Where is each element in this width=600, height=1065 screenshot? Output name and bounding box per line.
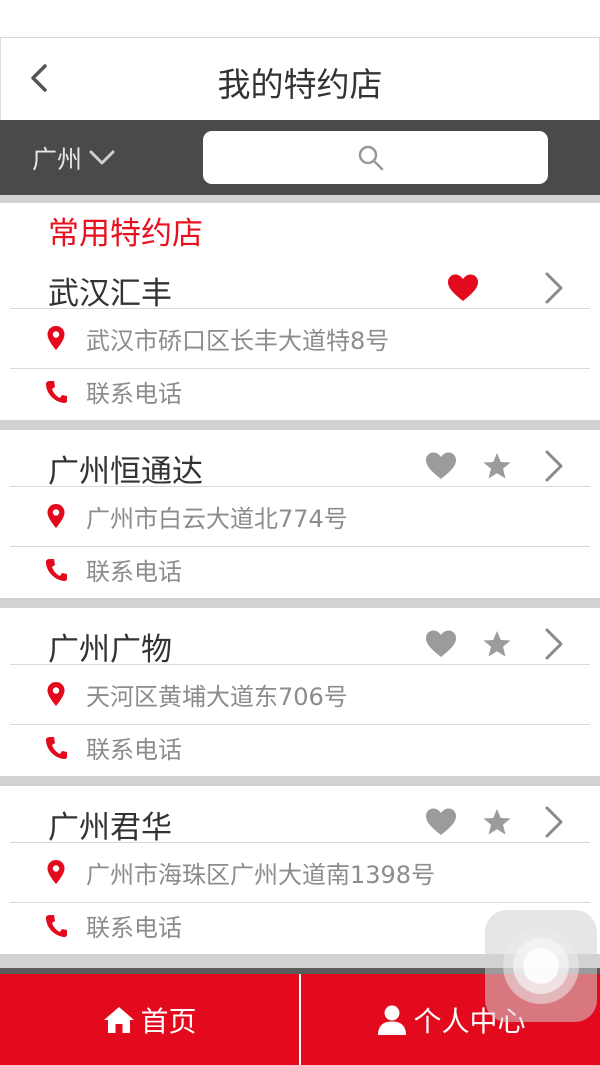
home-icon xyxy=(104,1006,135,1033)
address-row: 武汉市硚口区长丰大道特8号 xyxy=(0,313,600,363)
row-divider xyxy=(10,842,590,843)
address-row: 广州市海珠区广州大道南1398号 xyxy=(0,847,600,897)
phone-icon xyxy=(44,377,68,405)
heart-icon xyxy=(426,808,456,835)
phone-row[interactable]: 联系电话 xyxy=(0,366,600,416)
divider xyxy=(0,420,600,430)
page-title: 我的特约店 xyxy=(217,65,383,104)
favorite-button[interactable] xyxy=(424,627,458,661)
search-icon xyxy=(358,145,384,171)
store-address: 广州市海珠区广州大道南1398号 xyxy=(86,860,436,889)
city-selector[interactable]: 广州 xyxy=(32,140,116,176)
star-button[interactable] xyxy=(480,805,514,839)
section-title: 常用特约店 xyxy=(48,216,203,252)
store-card[interactable]: 广州恒通达 广州市白云大道北774号 联系电话 xyxy=(0,446,600,598)
phone-label: 联系电话 xyxy=(86,557,182,586)
detail-button[interactable] xyxy=(536,449,570,483)
tab-home-label: 首页 xyxy=(140,1004,197,1038)
store-card[interactable]: 广州广物 天河区黄埔大道东706号 联系电话 xyxy=(0,624,600,776)
search-field[interactable] xyxy=(203,131,548,184)
favorite-button[interactable] xyxy=(424,805,458,839)
phone-label: 联系电话 xyxy=(86,379,182,408)
location-pin-icon xyxy=(44,680,68,708)
store-address: 武汉市硚口区长丰大道特8号 xyxy=(86,326,390,355)
detail-button[interactable] xyxy=(536,805,570,839)
status-bar xyxy=(0,0,600,38)
location-pin-icon xyxy=(44,324,68,352)
row-divider xyxy=(10,308,590,309)
detail-button[interactable] xyxy=(536,271,570,305)
store-name: 广州君华 xyxy=(48,810,172,846)
tab-home[interactable]: 首页 xyxy=(0,974,299,1065)
address-row: 广州市白云大道北774号 xyxy=(0,491,600,541)
phone-label: 联系电话 xyxy=(86,913,182,942)
row-divider xyxy=(10,486,590,487)
chevron-down-icon xyxy=(89,150,115,165)
phone-label: 联系电话 xyxy=(86,735,182,764)
divider xyxy=(0,195,600,203)
star-icon xyxy=(483,809,511,835)
phone-icon xyxy=(44,555,68,583)
person-icon xyxy=(378,1005,407,1035)
store-address: 广州市白云大道北774号 xyxy=(86,504,348,533)
phone-icon xyxy=(44,911,68,939)
chevron-right-icon xyxy=(545,628,563,660)
store-name: 武汉汇丰 xyxy=(48,276,172,312)
favorite-button[interactable] xyxy=(446,271,480,305)
star-icon xyxy=(483,453,511,479)
phone-row[interactable]: 联系电话 xyxy=(0,544,600,594)
nav-bar: 我的特约店 xyxy=(0,38,600,120)
favorite-button[interactable] xyxy=(424,449,458,483)
heart-icon xyxy=(426,630,456,657)
store-card[interactable]: 武汉汇丰 武汉市硚口区长丰大道特8号 联系电话 xyxy=(0,268,600,420)
chevron-right-icon xyxy=(545,272,563,304)
divider xyxy=(0,776,600,786)
star-button[interactable] xyxy=(480,449,514,483)
chevron-right-icon xyxy=(545,806,563,838)
location-pin-icon xyxy=(44,858,68,886)
phone-icon xyxy=(44,733,68,761)
address-row: 天河区黄埔大道东706号 xyxy=(0,669,600,719)
phone-row[interactable]: 联系电话 xyxy=(0,722,600,772)
heart-icon xyxy=(448,274,478,301)
divider xyxy=(0,598,600,608)
city-label: 广州 xyxy=(32,145,83,174)
store-name: 广州广物 xyxy=(48,632,172,668)
store-address: 天河区黄埔大道东706号 xyxy=(86,682,348,711)
star-button[interactable] xyxy=(480,627,514,661)
assistive-touch-button[interactable] xyxy=(485,910,597,1022)
filter-bar: 广州 xyxy=(0,120,600,195)
heart-icon xyxy=(426,452,456,479)
row-divider xyxy=(10,664,590,665)
chevron-right-icon xyxy=(545,450,563,482)
store-name: 广州恒通达 xyxy=(48,454,203,490)
detail-button[interactable] xyxy=(536,627,570,661)
location-pin-icon xyxy=(44,502,68,530)
star-icon xyxy=(483,631,511,657)
